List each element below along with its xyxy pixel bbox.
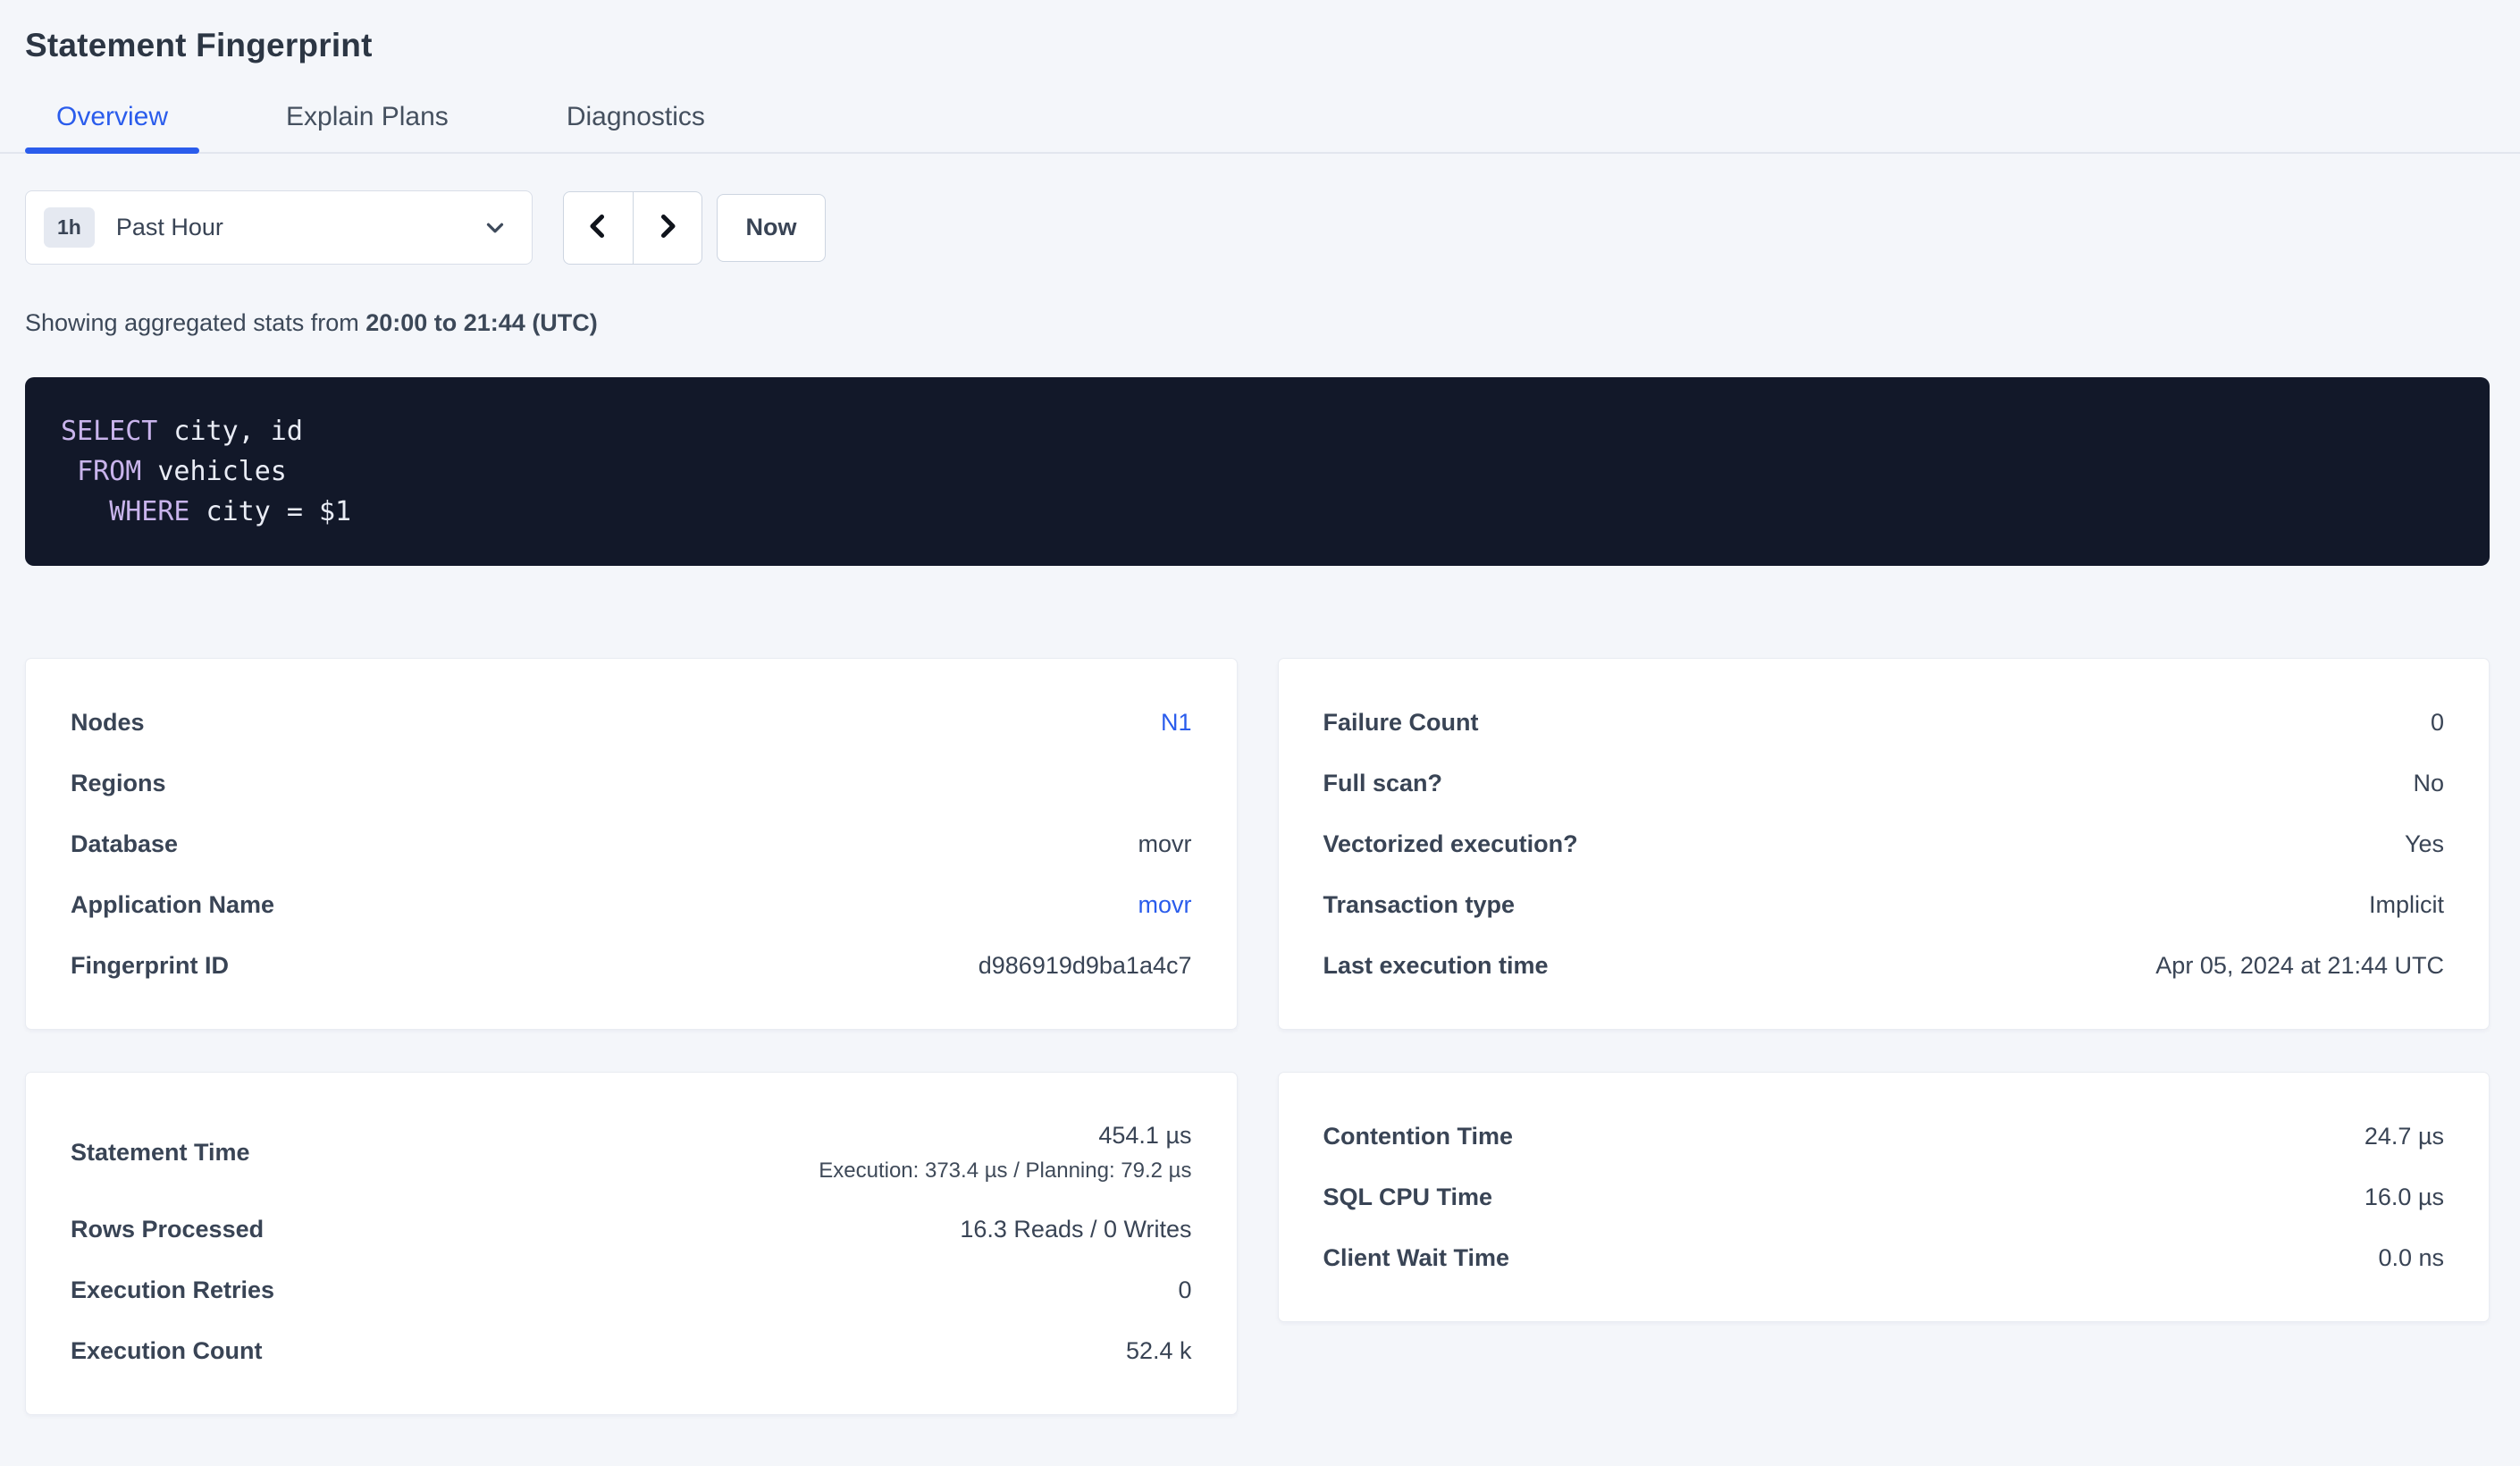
table-row: Full scan? No [1323,753,2445,813]
tab-overview[interactable]: Overview [25,89,199,152]
table-row: Contention Time 24.7 µs [1323,1106,2445,1167]
tab-diagnostics[interactable]: Diagnostics [535,89,736,152]
row-label: Client Wait Time [1323,1244,1510,1272]
row-label: Application Name [71,891,274,919]
row-label: Execution Count [71,1337,263,1365]
row-subvalue: Execution: 373.4 µs / Planning: 79.2 µs [819,1158,1191,1184]
table-row: Transaction type Implicit [1323,874,2445,935]
time-range-label: Past Hour [116,214,223,241]
row-value: 16.3 Reads / 0 Writes [960,1216,1191,1243]
row-label: Full scan? [1323,770,1443,797]
row-value: 24.7 µs [2365,1123,2444,1150]
row-value: 0 [2431,709,2444,737]
table-row: Last execution time Apr 05, 2024 at 21:4… [1323,935,2445,996]
row-value: 0 [1178,1276,1191,1304]
table-row: Rows Processed 16.3 Reads / 0 Writes [71,1199,1192,1260]
sql-line: SELECT city, id [61,411,2454,451]
table-row: Regions [71,753,1192,813]
previous-time-button[interactable] [564,192,634,264]
table-row: Statement Time 454.1 µs Execution: 373.4… [71,1106,1192,1199]
row-value: Yes [2405,830,2444,858]
chevron-right-icon [651,210,684,245]
table-row: Execution Retries 0 [71,1260,1192,1320]
row-label: Database [71,830,178,858]
page-title: Statement Fingerprint [25,27,2520,64]
row-label: Fingerprint ID [71,952,229,980]
time-step-buttons [563,191,702,265]
aggregated-stats-text: Showing aggregated stats from 20:00 to 2… [25,309,2520,337]
row-value: movr [1138,830,1192,858]
timing-stats-card: Statement Time 454.1 µs Execution: 373.4… [25,1072,1238,1415]
chevron-left-icon [582,210,614,245]
row-label: Last execution time [1323,952,1549,980]
execution-attributes-card: Failure Count 0 Full scan? No Vectorized… [1278,658,2491,1030]
aggregated-stats-range: 20:00 to 21:44 (UTC) [365,309,598,336]
row-label: Rows Processed [71,1216,264,1243]
row-value: 454.1 µs [819,1122,1191,1150]
table-row: Failure Count 0 [1323,692,2445,753]
row-label: Statement Time [71,1139,250,1167]
tab-bar: Overview Explain Plans Diagnostics [0,89,2520,154]
fingerprint-id-value: d986919d9ba1a4c7 [979,952,1192,980]
row-value: Implicit [2369,891,2444,919]
row-label: Vectorized execution? [1323,830,1578,858]
table-row: Fingerprint ID d986919d9ba1a4c7 [71,935,1192,996]
time-range-select[interactable]: 1h Past Hour [25,190,533,265]
row-label: Contention Time [1323,1123,1514,1150]
contention-stats-card: Contention Time 24.7 µs SQL CPU Time 16.… [1278,1072,2491,1322]
table-row: Nodes N1 [71,692,1192,753]
sql-keyword: WHERE [109,496,189,527]
time-toolbar: 1h Past Hour Now [25,190,2520,265]
statement-time-value: 454.1 µs Execution: 373.4 µs / Planning:… [819,1122,1191,1184]
table-row: Execution Count 52.4 k [71,1320,1192,1381]
time-range-badge: 1h [44,207,95,248]
row-label: Failure Count [1323,709,1479,737]
row-label: Nodes [71,709,145,737]
chevron-down-icon [482,215,508,241]
row-label: Regions [71,770,166,797]
sql-code-block: SELECT city, id FROM vehicles WHERE city… [25,377,2490,566]
now-button[interactable]: Now [717,194,826,262]
sql-keyword: SELECT [61,416,157,447]
row-value: 52.4 k [1126,1337,1192,1365]
statement-details-card: Nodes N1 Regions Database movr Applicati… [25,658,1238,1030]
row-value: No [2413,770,2444,797]
table-row: SQL CPU Time 16.0 µs [1323,1167,2445,1227]
sql-line: WHERE city = $1 [61,492,2454,532]
row-label: Transaction type [1323,891,1516,919]
row-value: 0.0 ns [2378,1244,2444,1272]
table-row: Client Wait Time 0.0 ns [1323,1227,2445,1288]
row-value: 16.0 µs [2365,1184,2444,1211]
row-label: SQL CPU Time [1323,1184,1493,1211]
aggregated-stats-prefix: Showing aggregated stats from [25,309,365,336]
table-row: Application Name movr [71,874,1192,935]
application-name-link[interactable]: movr [1138,891,1192,919]
sql-keyword: FROM [77,456,141,487]
last-execution-time-value: Apr 05, 2024 at 21:44 UTC [2155,952,2444,980]
sql-line: FROM vehicles [61,451,2454,492]
next-time-button[interactable] [634,192,702,264]
nodes-link[interactable]: N1 [1161,709,1192,737]
table-row: Vectorized execution? Yes [1323,813,2445,874]
summary-cards: Nodes N1 Regions Database movr Applicati… [25,658,2490,1415]
tab-explain-plans[interactable]: Explain Plans [255,89,480,152]
row-label: Execution Retries [71,1276,274,1304]
table-row: Database movr [71,813,1192,874]
